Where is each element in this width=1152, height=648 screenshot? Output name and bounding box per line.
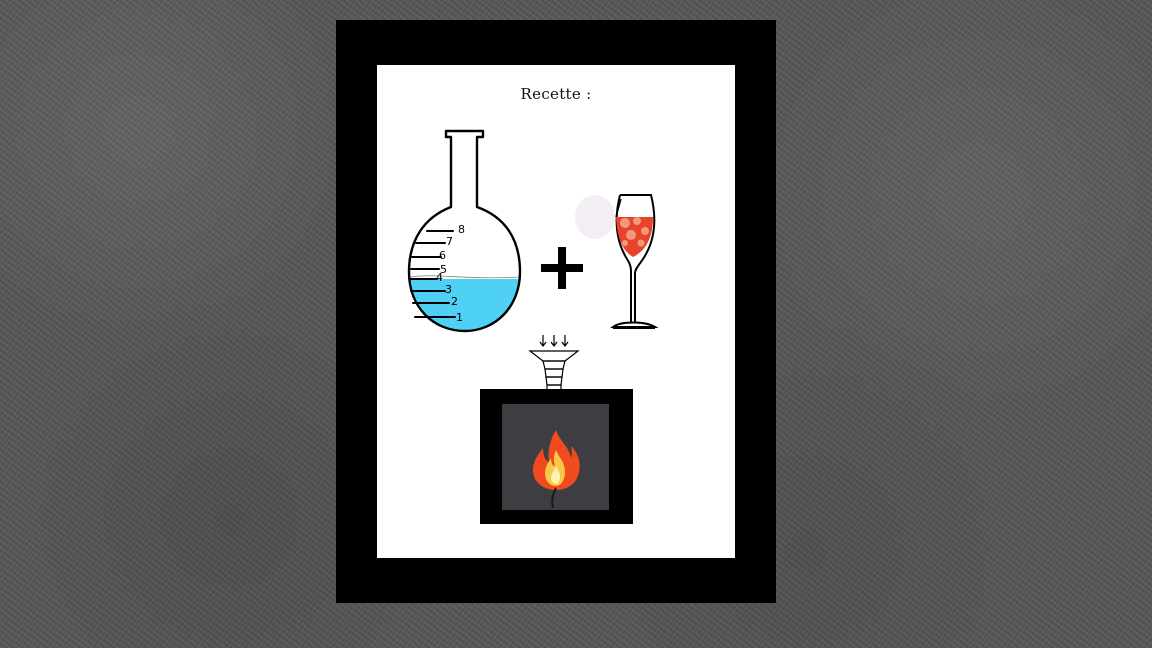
furnace-chamber [502, 404, 609, 510]
flask-mark-8: 8 [458, 223, 465, 236]
recipe-title: Recette : [520, 85, 592, 103]
round-bottom-flask-icon[interactable]: 1 2 3 4 5 6 7 8 [405, 127, 525, 337]
flask-mark-7: 7 [446, 235, 453, 248]
flask-mark-6: 6 [439, 249, 446, 262]
flask-mark-5: 5 [440, 263, 447, 276]
wine-glass-icon[interactable] [573, 187, 673, 335]
flask-mark-1: 1 [456, 311, 463, 324]
furnace-icon[interactable] [480, 389, 633, 524]
flask-mark-3: 3 [445, 283, 452, 296]
flask-mark-2: 2 [451, 295, 458, 308]
poster-paper: Recette : 1 2 3 4 5 6 7 8 [377, 65, 735, 558]
flask-liquid [409, 279, 520, 331]
funnel-icon [528, 335, 580, 392]
fire-icon [533, 430, 580, 509]
recipe-poster[interactable]: Recette : 1 2 3 4 5 6 7 8 [336, 20, 776, 603]
